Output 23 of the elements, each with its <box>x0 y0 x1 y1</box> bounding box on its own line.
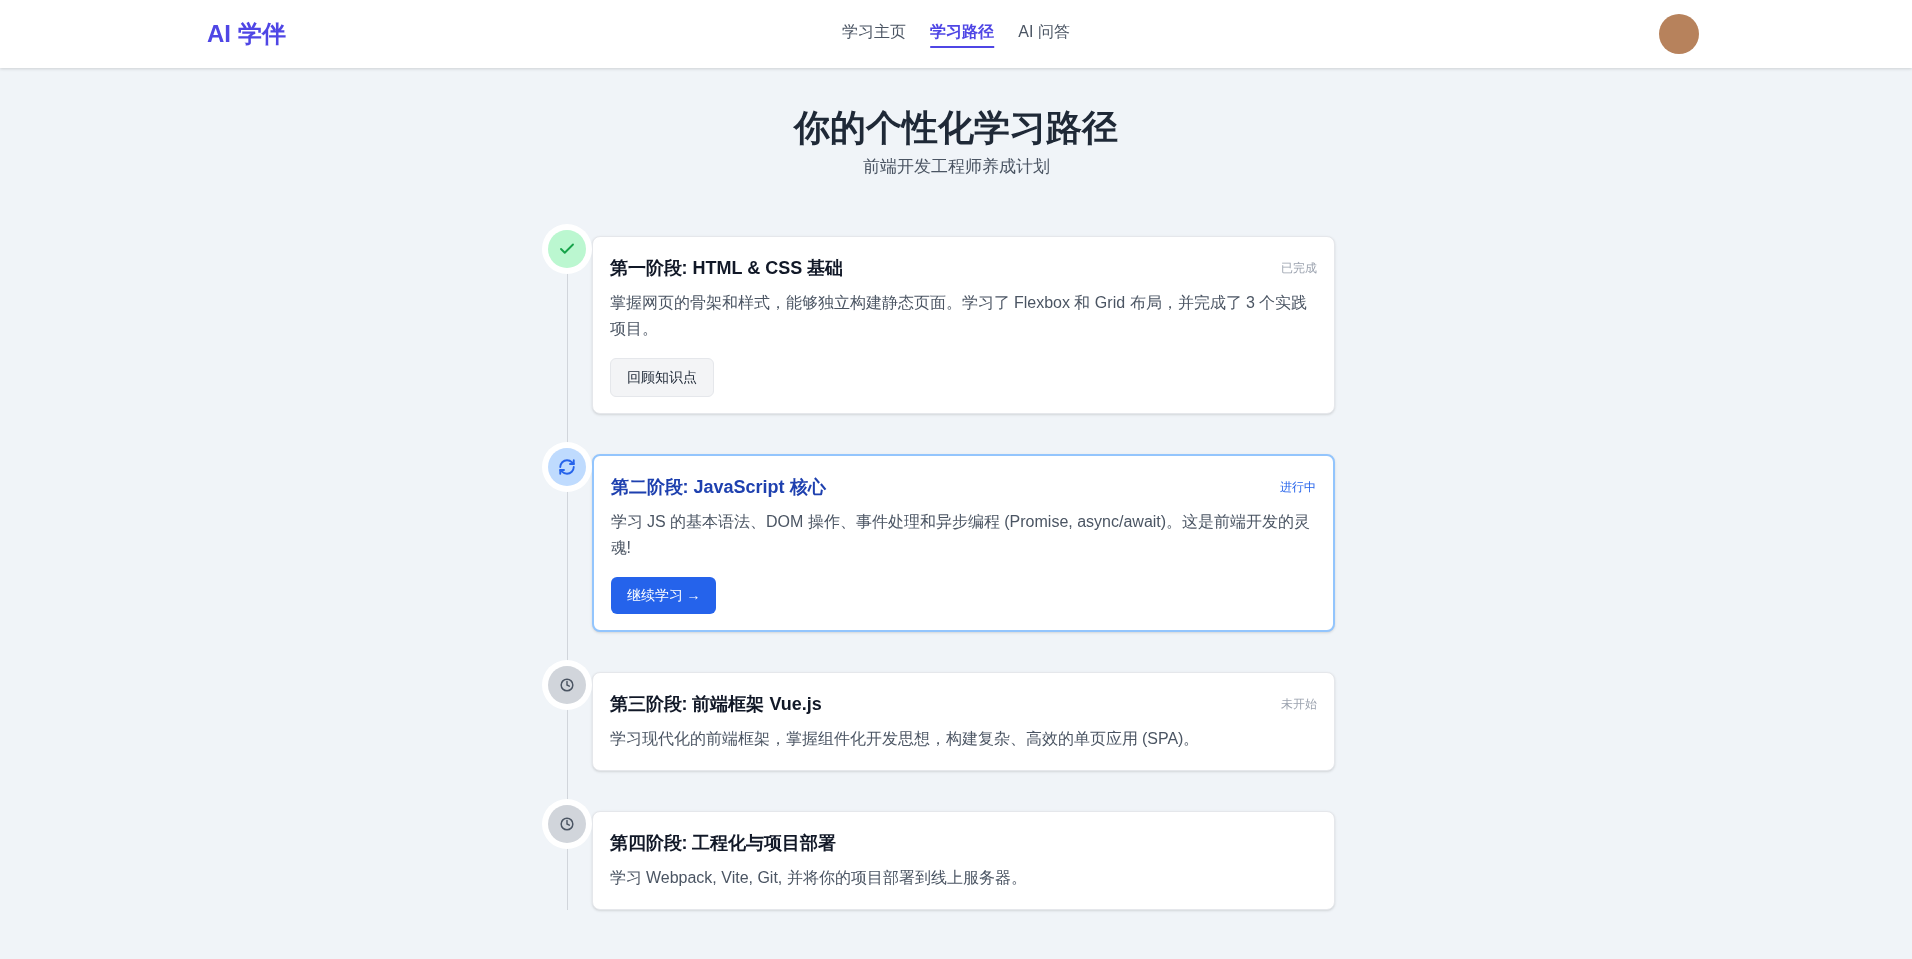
nav-link[interactable]: 学习路径 <box>930 20 995 48</box>
stage-title: 第三阶段: 前端框架 Vue.js <box>609 692 822 716</box>
clock-icon <box>559 816 574 831</box>
page-title: 你的个性化学习路径 <box>794 106 1118 150</box>
logo[interactable]: AI 学伴 <box>207 16 286 52</box>
stage-description: 掌握网页的骨架和样式，能够独立构建静态页面。学习了 Flexbox 和 Grid 布局，并完成了 3 个实践项目。 <box>609 292 1309 339</box>
nav-link[interactable]: 学习主页 <box>842 20 907 48</box>
stage-title: 第一阶段: HTML & CSS 基础 <box>609 256 844 280</box>
stage-title: 第四阶段: 工程化与项目部署 <box>609 831 837 855</box>
page-subtitle: 前端开发工程师养成计划 <box>862 156 1050 178</box>
stage-button[interactable]: 继续学习 → <box>610 576 717 614</box>
status-label: 进行中 <box>1279 478 1316 496</box>
stage-title: 第二阶段: JavaScript 核心 <box>610 475 826 499</box>
stage-description: 学习 Webpack, Vite, Git, 并将你的项目部署到线上服务器。 <box>609 867 1028 888</box>
stage-button[interactable]: 回顾知识点 <box>609 357 714 397</box>
stage-description: 学习现代化的前端框架，掌握组件化开发思想，构建复杂、高效的单页应用 (SPA)。 <box>609 728 1201 749</box>
status-label: 已完成 <box>1280 259 1317 277</box>
refresh-icon <box>557 457 576 476</box>
status-label: 未开始 <box>1280 695 1317 713</box>
avatar[interactable] <box>1659 14 1699 54</box>
stage-description: 学习 JS 的基本语法、DOM 操作、事件处理和异步编程 (Promise, async/await)。这是前端开发的灵魂! <box>610 511 1312 558</box>
nav-link[interactable]: AI 问答 <box>1018 20 1070 48</box>
clock-icon <box>559 677 574 692</box>
